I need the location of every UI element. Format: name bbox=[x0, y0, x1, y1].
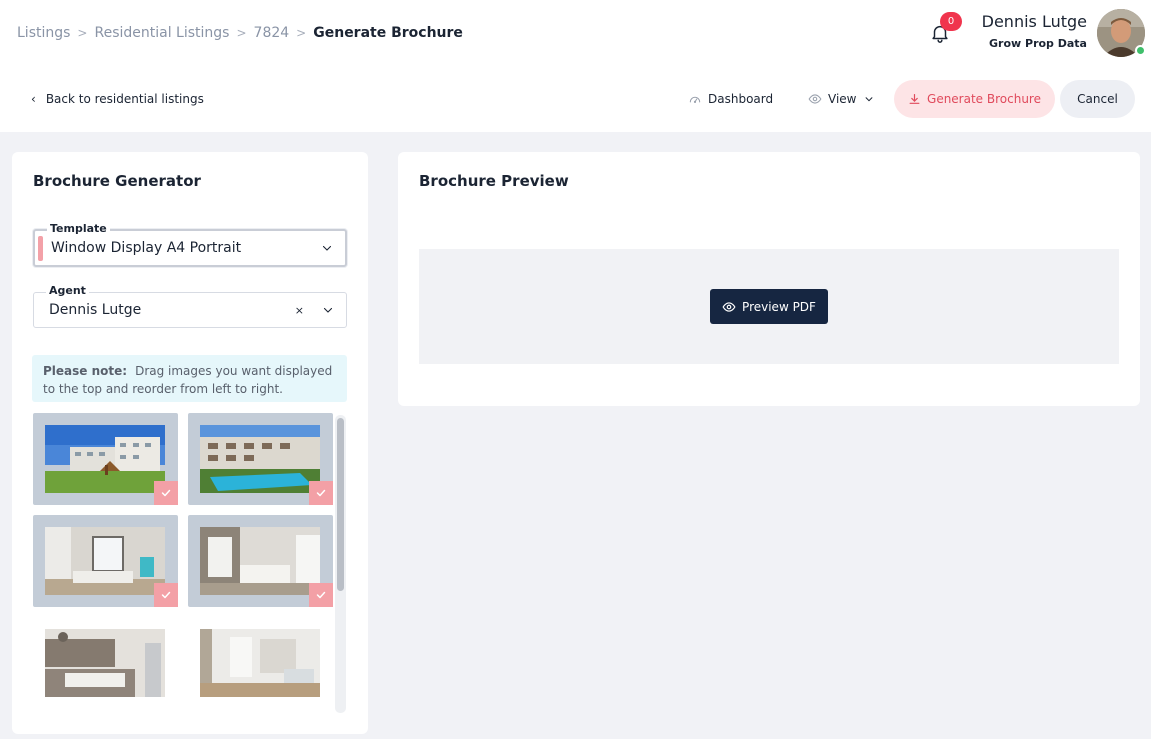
selected-check-icon[interactable] bbox=[309, 481, 333, 505]
clear-agent-icon[interactable]: × bbox=[295, 293, 304, 327]
property-photo bbox=[45, 629, 165, 697]
property-photo bbox=[45, 527, 165, 595]
preview-area: Preview PDF bbox=[419, 249, 1119, 364]
brochure-preview-panel: Brochure Preview Preview PDF bbox=[398, 152, 1140, 406]
dashboard-button[interactable]: Dashboard bbox=[688, 80, 773, 118]
dashboard-gauge-icon bbox=[689, 96, 701, 104]
chevron-right-icon: > bbox=[296, 26, 307, 40]
view-dropdown-button[interactable]: View bbox=[808, 80, 874, 118]
template-value: Window Display A4 Portrait bbox=[51, 240, 242, 256]
user-name: Dennis Lutge bbox=[981, 12, 1087, 31]
user-organization: Grow Prop Data bbox=[989, 37, 1087, 50]
notification-badge: 0 bbox=[940, 12, 962, 31]
template-accent-mark bbox=[38, 236, 43, 261]
gallery-image-tile[interactable] bbox=[188, 515, 333, 607]
eye-icon bbox=[722, 301, 736, 312]
gallery-image-tile[interactable] bbox=[188, 617, 333, 709]
gallery-image-tile[interactable] bbox=[33, 617, 178, 709]
brochure-generator-panel: Brochure Generator Template Window Displ… bbox=[12, 152, 368, 734]
online-status-dot bbox=[1135, 45, 1146, 56]
chevron-down-icon bbox=[322, 293, 334, 327]
generate-brochure-button[interactable]: Generate Brochure bbox=[894, 80, 1055, 118]
gallery-image-tile[interactable] bbox=[33, 515, 178, 607]
brochure-generator-title: Brochure Generator bbox=[33, 172, 201, 190]
breadcrumb-listing-id[interactable]: 7824 bbox=[254, 25, 290, 41]
chevron-down-icon bbox=[321, 231, 333, 265]
preview-pdf-label: Preview PDF bbox=[742, 299, 816, 314]
template-select[interactable]: Template Window Display A4 Portrait bbox=[33, 222, 347, 267]
cancel-button[interactable]: Cancel bbox=[1060, 80, 1135, 118]
breadcrumb-listings[interactable]: Listings bbox=[17, 25, 70, 41]
property-photo bbox=[200, 425, 320, 493]
dashboard-label: Dashboard bbox=[708, 92, 774, 106]
property-photo bbox=[200, 629, 320, 697]
chevron-left-icon: ‹ bbox=[31, 92, 36, 106]
chevron-right-icon: > bbox=[236, 26, 247, 40]
preview-pdf-button[interactable]: Preview PDF bbox=[710, 289, 828, 324]
agent-value: Dennis Lutge bbox=[49, 302, 142, 318]
view-label: View bbox=[828, 92, 857, 106]
generate-brochure-label: Generate Brochure bbox=[927, 92, 1041, 106]
top-header: Listings > Residential Listings > 7824 >… bbox=[0, 0, 1151, 66]
drag-images-note: Please note: Drag images you want display… bbox=[32, 355, 347, 402]
agent-select[interactable]: Agent Dennis Lutge × bbox=[33, 284, 347, 328]
chevron-down-icon bbox=[866, 97, 873, 102]
image-gallery bbox=[33, 413, 333, 713]
selected-check-icon[interactable] bbox=[309, 583, 333, 607]
action-bar: ‹ Back to residential listings Dashboard… bbox=[0, 66, 1151, 132]
property-photo bbox=[200, 527, 320, 595]
gallery-image-tile[interactable] bbox=[188, 413, 333, 505]
chevron-right-icon: > bbox=[77, 26, 88, 40]
selected-check-icon[interactable] bbox=[154, 481, 178, 505]
breadcrumb-residential-listings[interactable]: Residential Listings bbox=[94, 25, 229, 41]
eye-icon bbox=[808, 94, 822, 104]
gallery-scrollbar[interactable] bbox=[335, 415, 346, 713]
note-label: Please note: bbox=[43, 364, 128, 378]
back-to-listings-link[interactable]: ‹ Back to residential listings bbox=[31, 66, 204, 132]
selected-check-icon[interactable] bbox=[154, 583, 178, 607]
brochure-preview-title: Brochure Preview bbox=[419, 172, 569, 190]
back-link-label: Back to residential listings bbox=[45, 92, 204, 106]
breadcrumb-current: Generate Brochure bbox=[313, 25, 463, 41]
gallery-image-tile[interactable] bbox=[33, 413, 178, 505]
property-photo bbox=[45, 425, 165, 493]
gallery-scrollbar-thumb[interactable] bbox=[337, 418, 344, 591]
breadcrumb: Listings > Residential Listings > 7824 >… bbox=[17, 0, 463, 66]
download-icon bbox=[909, 93, 920, 104]
